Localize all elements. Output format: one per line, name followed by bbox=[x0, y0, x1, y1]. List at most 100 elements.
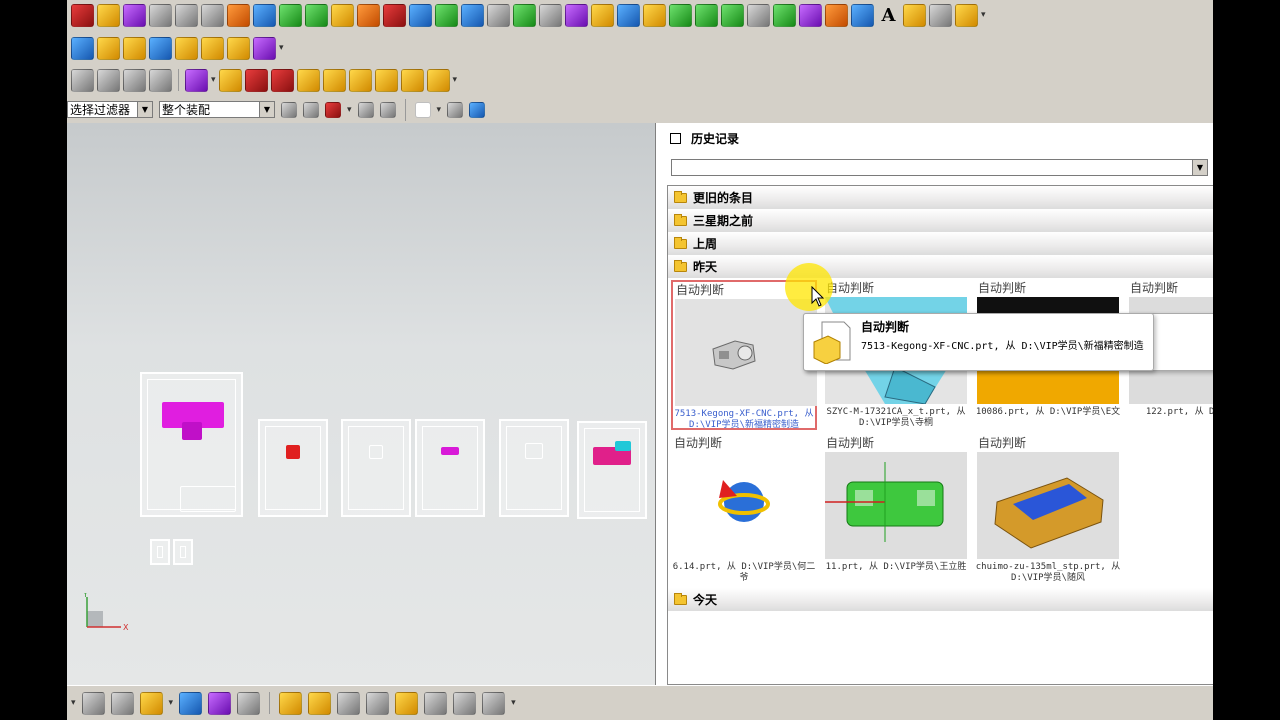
pipe-icon[interactable] bbox=[617, 3, 640, 27]
link-icon[interactable] bbox=[539, 3, 562, 27]
box-select-drop-icon[interactable]: ▾ bbox=[437, 105, 442, 115]
drawing-sheet-1[interactable] bbox=[140, 372, 243, 517]
drawing-sheet-8[interactable] bbox=[173, 539, 193, 565]
pattern-icon[interactable] bbox=[279, 691, 303, 715]
cylinder-icon[interactable] bbox=[305, 3, 328, 27]
toolbar-3-more-icon[interactable]: ▾ bbox=[453, 75, 458, 85]
move-icon[interactable] bbox=[179, 691, 203, 715]
graphics-viewport[interactable]: Y X bbox=[67, 123, 655, 685]
text-icon[interactable]: A bbox=[877, 4, 900, 27]
color-bar-icon[interactable] bbox=[279, 3, 302, 27]
feature-icon[interactable] bbox=[123, 3, 146, 27]
group-today[interactable]: 今天 bbox=[668, 588, 1213, 611]
add-component-drop-icon[interactable]: ▾ bbox=[169, 698, 174, 708]
chevron-down-icon[interactable]: ▼ bbox=[1192, 160, 1207, 175]
measure-icon[interactable] bbox=[227, 3, 250, 27]
wave-icon[interactable] bbox=[366, 691, 390, 715]
drawing-sheet-2[interactable] bbox=[258, 419, 328, 517]
scope-select[interactable]: 整个装配 ▼ bbox=[159, 101, 275, 118]
render-icon[interactable] bbox=[929, 3, 952, 27]
toolbar-3-drop-icon[interactable]: ▾ bbox=[211, 75, 216, 85]
window-icon[interactable] bbox=[149, 36, 172, 60]
surface-icon[interactable] bbox=[175, 3, 198, 27]
drawing-sheet-7[interactable] bbox=[150, 539, 170, 565]
hierarchy-icon[interactable] bbox=[253, 36, 276, 60]
solid-block-icon[interactable] bbox=[71, 3, 94, 27]
drawing-sheet-3[interactable] bbox=[341, 419, 411, 517]
clip-icon[interactable] bbox=[395, 691, 419, 715]
chevron-down-icon[interactable]: ▼ bbox=[137, 102, 152, 117]
arrow-down-icon[interactable] bbox=[270, 68, 294, 92]
rod-icon[interactable] bbox=[695, 3, 718, 27]
add-component-icon[interactable] bbox=[139, 691, 163, 715]
sequence-icon[interactable] bbox=[453, 691, 477, 715]
spread-icon[interactable] bbox=[400, 68, 424, 92]
trim-icon[interactable] bbox=[201, 3, 224, 27]
shuffle-icon[interactable] bbox=[123, 68, 146, 92]
group-last-week[interactable]: 上周 bbox=[668, 232, 1213, 255]
history-item[interactable]: 自动判断 11.prt, 从 D:\VIP学员\王立胜 bbox=[823, 435, 969, 585]
unit-convert-icon[interactable] bbox=[71, 36, 94, 60]
drawing-sheet-4[interactable] bbox=[415, 419, 485, 517]
history-item[interactable]: 自动判断 chuimo-zu-135ml_stp.prt, 从 D:\VIP学员… bbox=[975, 435, 1121, 585]
moon-icon[interactable] bbox=[227, 36, 250, 60]
reference-icon[interactable] bbox=[337, 691, 361, 715]
group-older[interactable]: 更旧的条目 bbox=[668, 186, 1213, 209]
box-icon[interactable] bbox=[643, 3, 666, 27]
kg-weight-icon[interactable] bbox=[383, 3, 406, 27]
arrow-up-icon[interactable] bbox=[244, 68, 268, 92]
cube-view-icon[interactable] bbox=[253, 3, 276, 27]
solid-select-icon[interactable] bbox=[469, 101, 486, 118]
toolbar-1-more-icon[interactable]: ▾ bbox=[981, 10, 986, 20]
toolbar-2-more-icon[interactable]: ▾ bbox=[279, 43, 284, 53]
layer-icon[interactable] bbox=[97, 36, 120, 60]
snap-icon[interactable] bbox=[281, 101, 297, 118]
panel-pin-icon[interactable] bbox=[670, 132, 681, 144]
bottom-drop-icon[interactable]: ▾ bbox=[71, 698, 76, 708]
calculator-icon[interactable] bbox=[201, 36, 224, 60]
path-select-icon[interactable] bbox=[379, 101, 396, 118]
layers-stack-icon[interactable] bbox=[149, 68, 172, 92]
mirror-icon[interactable] bbox=[237, 691, 261, 715]
cube-icon[interactable] bbox=[799, 3, 822, 27]
curve-icon[interactable] bbox=[747, 3, 770, 27]
history-item[interactable]: 自动判断 6.14.prt, 从 D:\VIP学员\何二爷 bbox=[671, 435, 817, 585]
drawing-sheet-6[interactable] bbox=[577, 421, 647, 519]
check-icon[interactable] bbox=[773, 3, 796, 27]
note-icon[interactable] bbox=[175, 36, 198, 60]
line-mid-icon[interactable] bbox=[322, 68, 346, 92]
chamfer-icon[interactable] bbox=[331, 3, 354, 27]
ruler-icon[interactable] bbox=[357, 3, 380, 27]
pmi-icon[interactable] bbox=[461, 3, 484, 27]
group-three-weeks[interactable]: 三星期之前 bbox=[668, 209, 1213, 232]
bottom-more-icon[interactable]: ▾ bbox=[511, 698, 516, 708]
inspect-icon[interactable] bbox=[851, 3, 874, 27]
point-icon[interactable] bbox=[303, 101, 319, 118]
drawing-sheet-5[interactable] bbox=[499, 419, 569, 517]
analysis-icon[interactable] bbox=[409, 3, 432, 27]
line-down-icon[interactable] bbox=[348, 68, 372, 92]
cube-display-icon[interactable] bbox=[482, 691, 506, 715]
flow-icon[interactable] bbox=[565, 3, 588, 27]
chevron-down-icon[interactable]: ▼ bbox=[259, 102, 274, 117]
group-yesterday[interactable]: 昨天 bbox=[668, 255, 1213, 278]
battery-icon[interactable] bbox=[669, 3, 692, 27]
view-select-icon[interactable] bbox=[447, 101, 464, 118]
history-filter-select[interactable]: ▼ bbox=[671, 159, 1208, 176]
select-point-drop-icon[interactable]: ▾ bbox=[347, 105, 352, 115]
connect-icon[interactable] bbox=[435, 3, 458, 27]
extrude-icon[interactable] bbox=[97, 3, 120, 27]
layer-list-icon[interactable] bbox=[487, 3, 510, 27]
assembly-icon[interactable] bbox=[81, 691, 105, 715]
rectangle-icon[interactable] bbox=[721, 3, 744, 27]
select-point-icon[interactable] bbox=[325, 101, 341, 118]
box-select-icon[interactable] bbox=[414, 101, 431, 118]
line-up-icon[interactable] bbox=[296, 68, 320, 92]
table-icon[interactable] bbox=[110, 691, 134, 715]
selection-filter-select[interactable]: 选择过滤器 ▼ bbox=[67, 101, 153, 118]
group-components-icon[interactable] bbox=[308, 691, 332, 715]
constraint-icon[interactable] bbox=[208, 691, 232, 715]
group-icon[interactable] bbox=[591, 3, 614, 27]
explode-icon[interactable] bbox=[424, 691, 448, 715]
brush-icon[interactable] bbox=[955, 3, 978, 27]
